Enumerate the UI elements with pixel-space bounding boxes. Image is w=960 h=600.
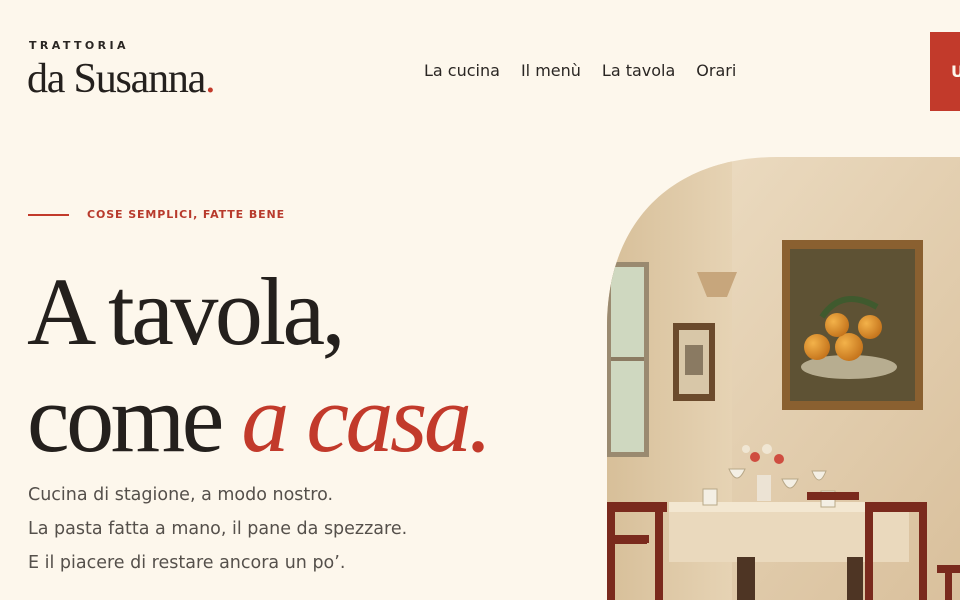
- hero-headline-accent: a casa.: [241, 365, 492, 472]
- hero-headline-plain: come: [27, 365, 242, 472]
- brand-name: da Susanna: [27, 56, 206, 102]
- brand-logo[interactable]: da Susanna.: [27, 56, 216, 102]
- nav-item-orari[interactable]: Orari: [696, 61, 736, 80]
- hero-headline-line2: come a casa.: [27, 371, 492, 467]
- hero-body-line3: E il piacere di restare ancora un po’.: [28, 553, 346, 573]
- cta-button[interactable]: U: [930, 32, 960, 111]
- main-nav: La cucina Il menù La tavola Orari: [424, 61, 736, 80]
- brand-dot: .: [205, 56, 216, 102]
- nav-item-la-cucina[interactable]: La cucina: [424, 61, 500, 80]
- hero-image-dining-room: [607, 157, 960, 600]
- nav-item-la-tavola[interactable]: La tavola: [602, 61, 675, 80]
- hero-body-line1: Cucina di stagione, a modo nostro.: [28, 485, 334, 505]
- eyebrow-divider: [28, 214, 69, 216]
- cta-button-label: U: [951, 62, 960, 81]
- hero-body-line2: La pasta fatta a mano, il pane da spezza…: [28, 519, 408, 539]
- brand-eyebrow: TRATTORIA: [29, 39, 129, 52]
- nav-item-il-menu[interactable]: Il menù: [521, 61, 581, 80]
- hero-eyebrow: COSE SEMPLICI, FATTE BENE: [87, 208, 286, 221]
- hero-headline-line1: A tavola,: [27, 258, 346, 365]
